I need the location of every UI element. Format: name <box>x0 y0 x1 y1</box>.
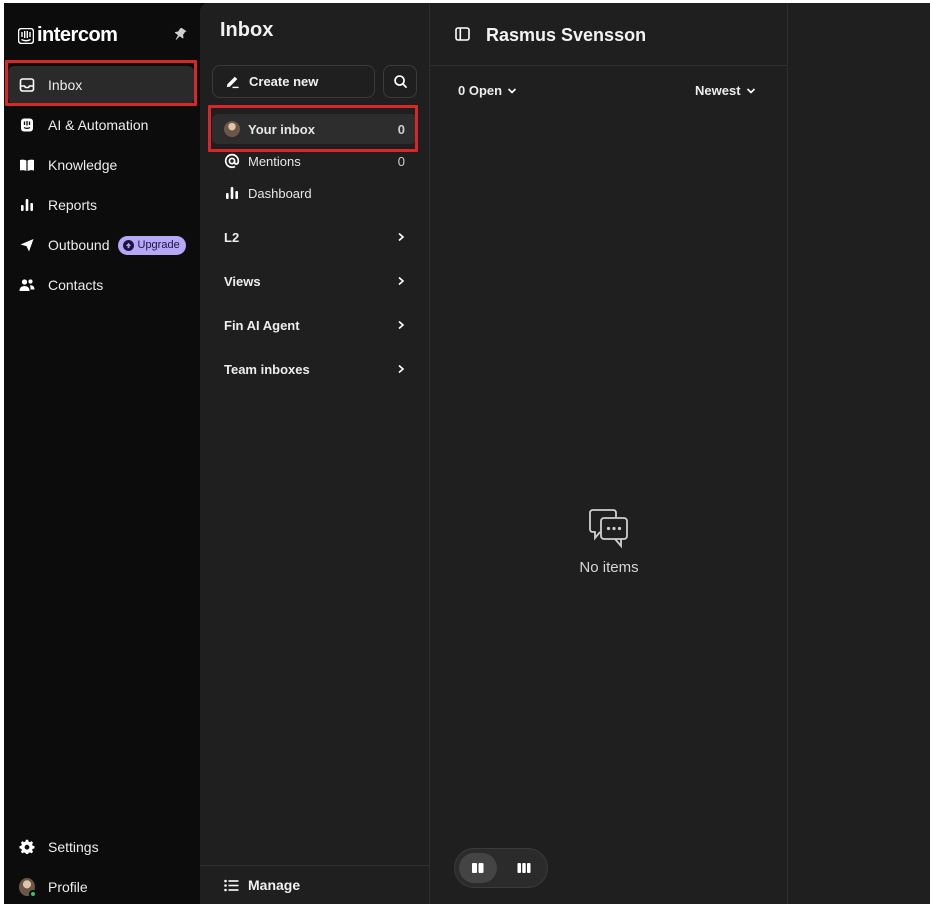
nav-item-reports[interactable]: Reports <box>8 186 194 224</box>
chevron-right-icon <box>398 364 405 374</box>
section-l2[interactable]: L2 <box>224 226 406 248</box>
nav-item-settings[interactable]: Settings <box>8 828 194 866</box>
nav-item-label: Reports <box>48 197 98 213</box>
inbox-item-count: 0 <box>397 153 405 169</box>
pin-icon[interactable] <box>172 26 188 42</box>
conversation-list: Rasmus Svensson 0 Open Newest No items <box>430 3 788 904</box>
nav-item-label: Contacts <box>48 277 104 293</box>
nav-item-label: Knowledge <box>48 157 118 173</box>
arrow-up-icon <box>122 239 134 251</box>
manage-button[interactable]: Manage <box>200 865 429 904</box>
inbox-panel-title: Inbox <box>220 19 274 41</box>
three-column-icon <box>517 863 531 873</box>
chevron-right-icon <box>398 276 405 286</box>
nav-item-outbound[interactable]: Outbound Upgrade <box>8 226 194 264</box>
inbox-panel: Inbox Create new Your inbox 0 Mentions 0… <box>200 3 430 904</box>
sort-dropdown[interactable]: Newest <box>695 83 756 98</box>
conversation-list-title: Rasmus Svensson <box>486 25 647 45</box>
inbox-item-dashboard[interactable]: Dashboard <box>212 178 417 208</box>
three-column-layout-button[interactable] <box>505 853 543 883</box>
sidebar-toggle-icon[interactable] <box>455 27 470 41</box>
intercom-logo-icon <box>18 27 34 44</box>
nav-item-contacts[interactable]: Contacts <box>8 266 194 304</box>
conversation-list-header: Rasmus Svensson <box>430 3 788 66</box>
inbox-item-label: Dashboard <box>248 185 312 201</box>
section-fin-ai-agent[interactable]: Fin AI Agent <box>224 314 406 336</box>
nav-item-label: AI & Automation <box>48 117 149 133</box>
section-team-inboxes[interactable]: Team inboxes <box>224 358 406 380</box>
upgrade-badge-label: Upgrade <box>137 239 180 251</box>
brand-logo[interactable]: intercom <box>18 24 118 47</box>
chevron-down-icon <box>508 87 517 94</box>
brand-name: intercom <box>37 24 118 46</box>
nav-item-profile[interactable]: Profile <box>8 868 194 904</box>
nav-item-label: Profile <box>48 879 88 895</box>
empty-state-label: No items <box>579 559 639 576</box>
create-new-button[interactable]: Create new <box>212 65 375 98</box>
upgrade-badge[interactable]: Upgrade <box>117 235 186 255</box>
inbox-item-label: Mentions <box>248 153 301 169</box>
bar-chart-icon <box>19 197 35 213</box>
nav-item-knowledge[interactable]: Knowledge <box>8 146 194 184</box>
compose-icon <box>226 76 239 89</box>
empty-state: No items <box>430 507 788 576</box>
highlight-box-inbox <box>5 60 197 106</box>
chat-bubbles-icon <box>589 509 628 549</box>
main-sidebar: intercom Inbox AI & Automation Knowledge <box>4 3 200 904</box>
manage-label: Manage <box>248 877 301 893</box>
chevron-right-icon <box>398 320 405 330</box>
nav-item-label: Outbound <box>48 237 110 253</box>
layout-toggle <box>454 848 548 888</box>
two-column-layout-button[interactable] <box>459 853 497 883</box>
highlight-box-your-inbox <box>208 105 418 152</box>
bar-chart-icon <box>226 187 238 199</box>
nav-item-ai-automation[interactable]: AI & Automation <box>8 106 194 144</box>
people-icon <box>19 277 35 293</box>
create-new-label: Create new <box>249 74 319 89</box>
section-label: Views <box>224 273 261 289</box>
conversation-detail-pane <box>788 3 930 904</box>
two-column-icon <box>472 863 484 873</box>
app-frame: intercom Inbox AI & Automation Knowledge <box>4 3 930 904</box>
section-views[interactable]: Views <box>224 270 406 292</box>
ai-automation-icon <box>19 117 35 133</box>
section-label: L2 <box>224 229 240 245</box>
search-button[interactable] <box>383 65 417 98</box>
online-status-dot <box>29 890 37 898</box>
list-icon <box>224 879 239 891</box>
at-sign-icon <box>224 153 240 169</box>
sort-label: Newest <box>695 83 741 98</box>
book-icon <box>19 157 35 173</box>
section-label: Fin AI Agent <box>224 317 300 333</box>
paper-plane-icon <box>19 237 35 253</box>
nav-item-label: Settings <box>48 839 99 855</box>
chevron-right-icon <box>398 232 405 242</box>
chevron-down-icon <box>746 87 755 94</box>
avatar <box>19 878 37 898</box>
gear-icon <box>19 839 35 855</box>
status-filter-dropdown[interactable]: 0 Open <box>458 83 517 98</box>
status-filter-label: 0 Open <box>458 83 503 98</box>
search-icon <box>393 75 407 89</box>
section-label: Team inboxes <box>224 361 310 377</box>
